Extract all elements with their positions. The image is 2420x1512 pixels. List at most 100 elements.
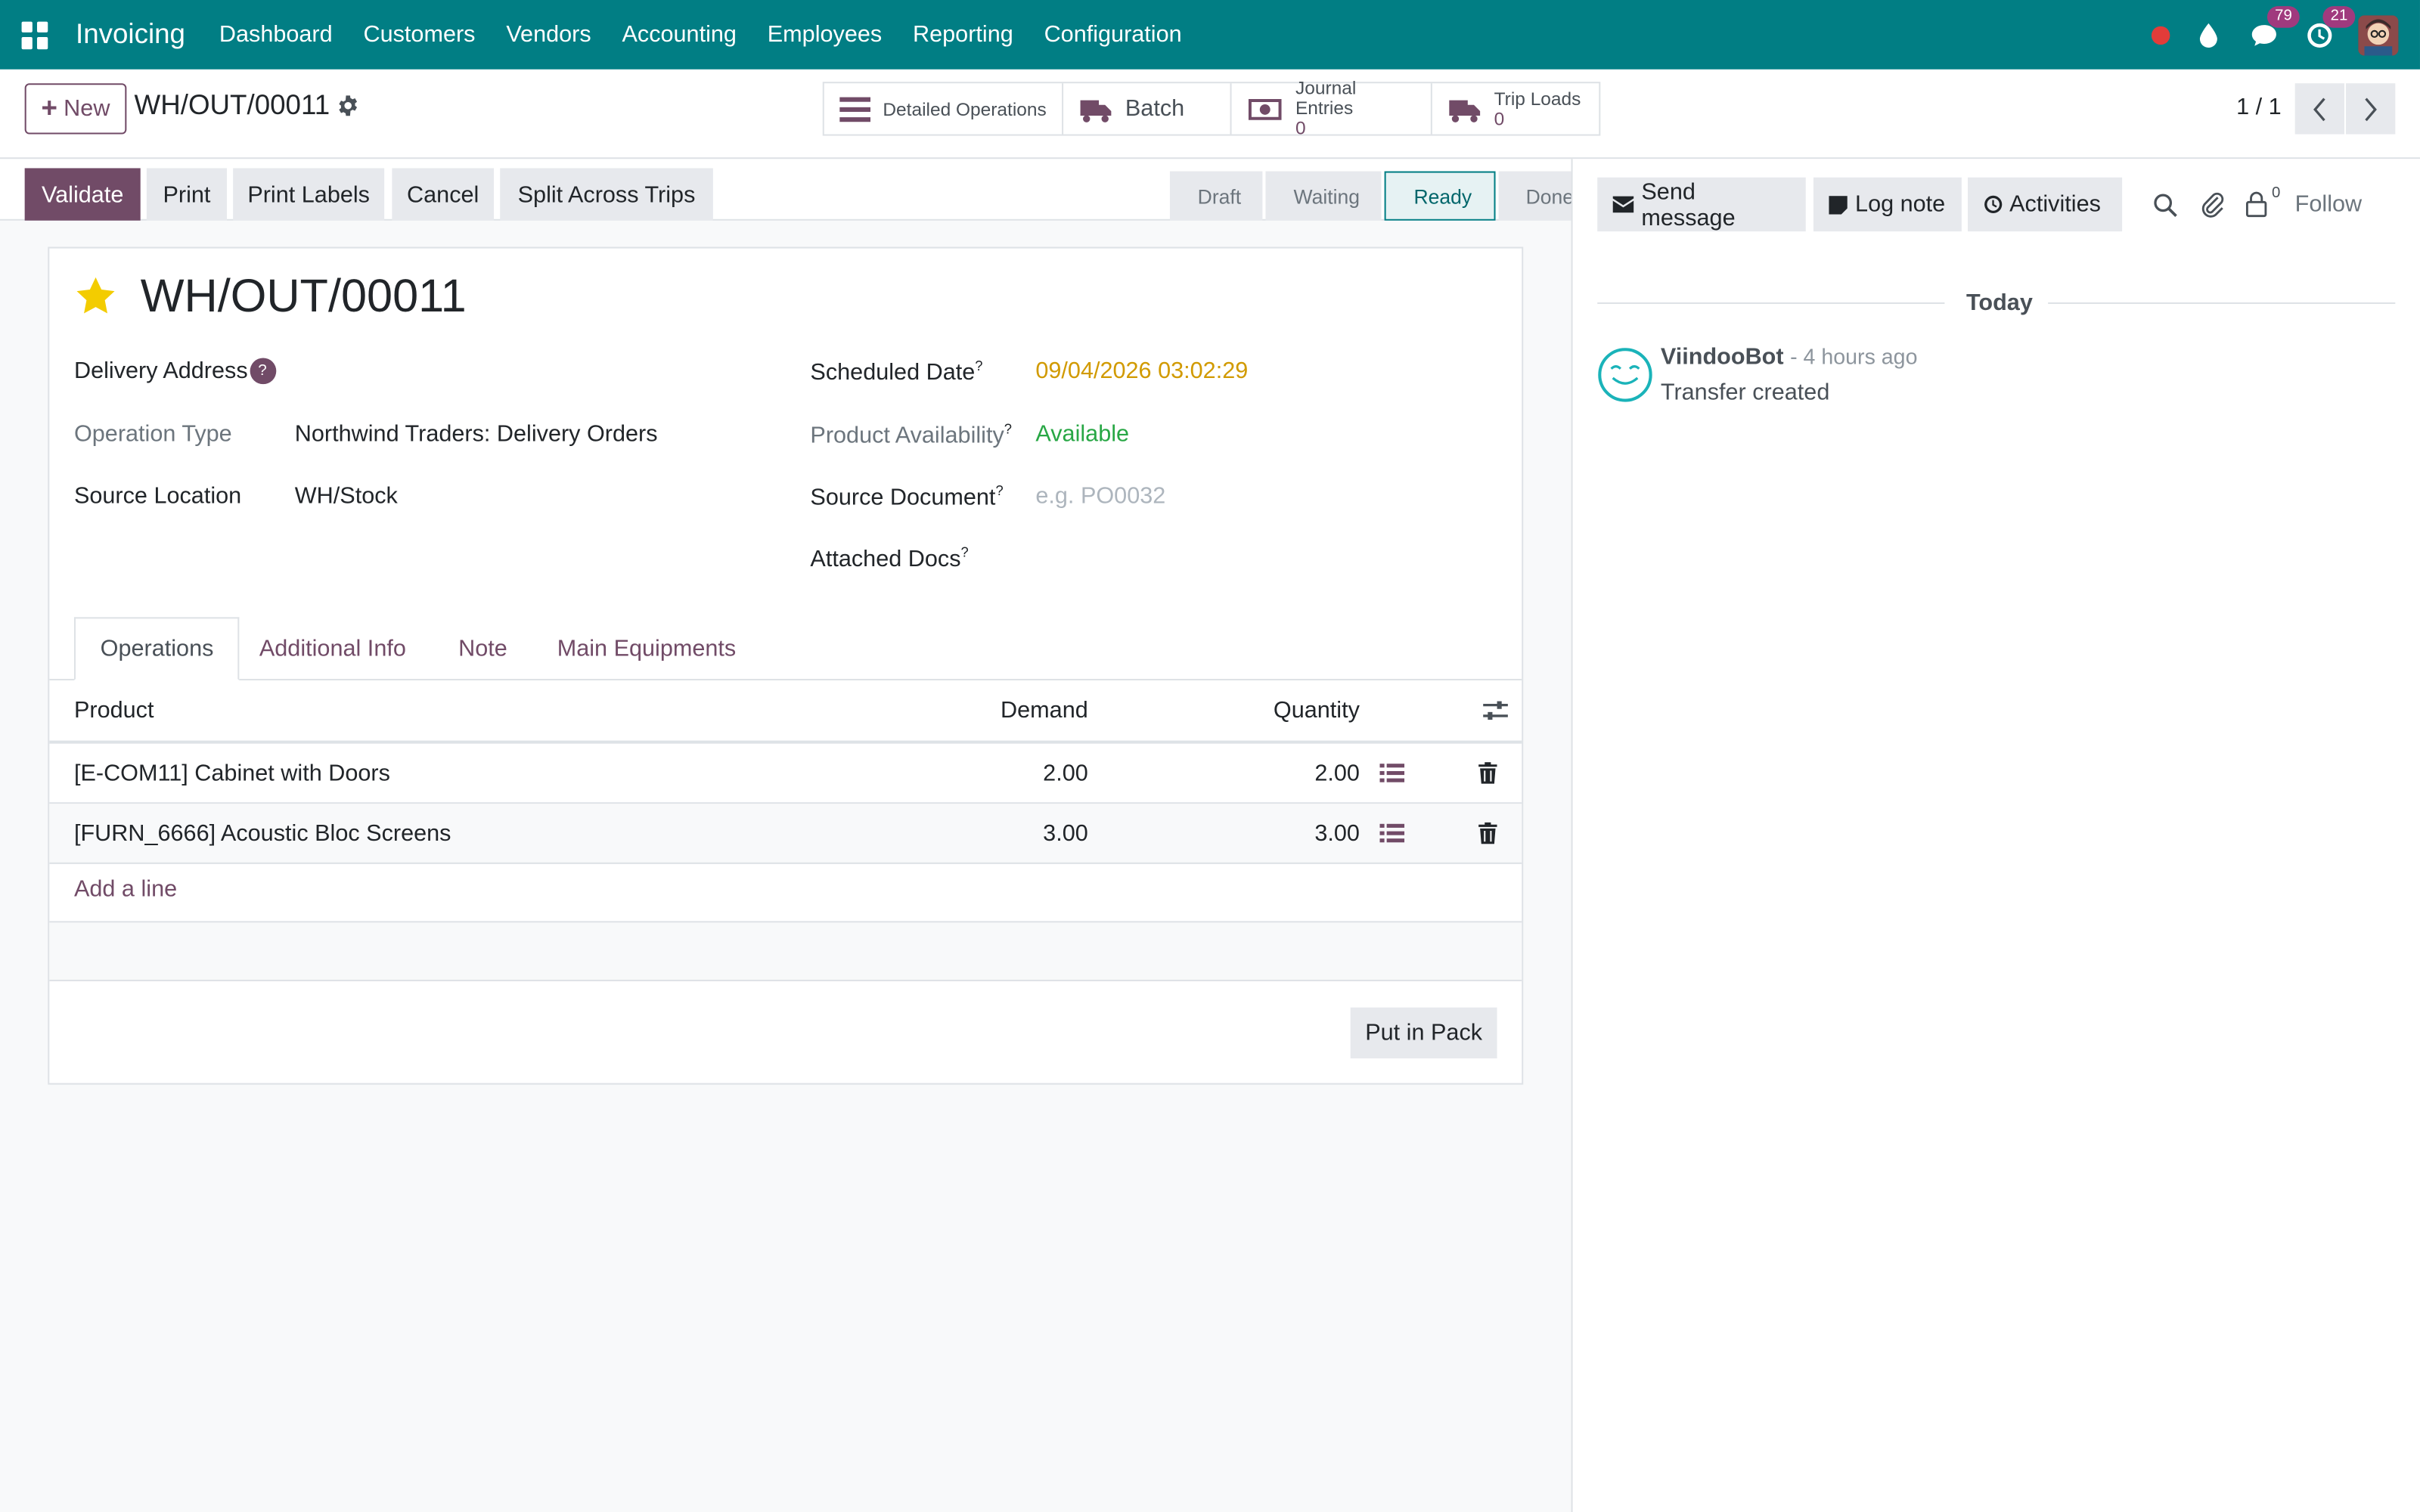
operation-type-value[interactable]: Northwind Traders: Delivery Orders <box>295 421 658 448</box>
print-button[interactable]: Print <box>146 168 227 221</box>
lock-icon[interactable] <box>2245 191 2267 218</box>
row-quantity[interactable]: 2.00 <box>1207 744 1360 803</box>
table-row[interactable]: [E-COM11] Cabinet with Doors 2.00 2.00 <box>49 744 1522 804</box>
drop-icon[interactable] <box>2192 17 2226 51</box>
date-divider-right <box>2048 302 2396 305</box>
source-document-label: Source Document? <box>810 482 1004 511</box>
trip-loads-button[interactable]: Trip Loads 0 <box>1432 83 1599 134</box>
followers-count: 0 <box>2272 184 2281 203</box>
row-demand[interactable]: 3.00 <box>945 804 1088 863</box>
tab-main-equipments[interactable]: Main Equipments <box>532 617 761 680</box>
note-icon <box>1829 195 1848 214</box>
journal-entries-button[interactable]: Journal Entries 0 <box>1232 78 1432 138</box>
validate-button[interactable]: Validate <box>24 168 141 221</box>
record-indicator-icon[interactable] <box>2151 25 2170 45</box>
date-divider-left <box>1597 302 1945 305</box>
gear-icon[interactable] <box>337 94 360 117</box>
follow-button[interactable]: Follow <box>2295 191 2362 218</box>
row-demand[interactable]: 2.00 <box>945 744 1088 803</box>
apps-menu-icon[interactable] <box>21 20 50 49</box>
clock-icon <box>1984 195 2003 214</box>
row-quantity[interactable]: 3.00 <box>1207 804 1360 863</box>
source-location-value[interactable]: WH/Stock <box>295 483 398 510</box>
log-note-label: Log note <box>1855 191 1946 218</box>
tab-note[interactable]: Note <box>433 617 532 680</box>
optional-columns-icon[interactable] <box>1481 680 1509 741</box>
search-icon[interactable] <box>2153 193 2178 218</box>
add-line-row <box>49 863 1522 923</box>
menu-employees[interactable]: Employees <box>752 22 897 48</box>
details-list-icon[interactable] <box>1379 744 1405 803</box>
product-availability-label: Product Availability? <box>810 421 1013 449</box>
print-labels-button[interactable]: Print Labels <box>233 168 385 221</box>
scheduled-date-value[interactable]: 09/04/2026 03:02:29 <box>1035 358 1248 384</box>
messages-icon[interactable]: 79 <box>2247 5 2301 51</box>
pager-previous-button[interactable] <box>2294 83 2344 135</box>
menu-configuration[interactable]: Configuration <box>1028 22 1197 48</box>
pager-next-button[interactable] <box>2346 83 2396 135</box>
menu-accounting[interactable]: Accounting <box>607 22 752 48</box>
breadcrumb: WH/OUT/00011 <box>134 89 330 121</box>
app-name[interactable]: Invoicing <box>76 18 185 51</box>
table-row[interactable]: [FURN_6666] Acoustic Bloc Screens 3.00 3… <box>49 804 1522 864</box>
stage-draft[interactable]: Draft <box>1169 171 1263 221</box>
add-a-line-link[interactable]: Add a line <box>74 876 177 903</box>
message-body: Transfer created <box>1660 380 1830 406</box>
truck-icon <box>1080 99 1112 122</box>
stage-ready[interactable]: Ready <box>1384 171 1495 221</box>
split-across-trips-button[interactable]: Split Across Trips <box>500 168 713 221</box>
table-footer-row <box>49 922 1522 981</box>
cancel-button[interactable]: Cancel <box>392 168 495 221</box>
source-document-field[interactable]: e.g. PO0032 <box>1035 483 1165 510</box>
menu-customers[interactable]: Customers <box>348 22 491 48</box>
scheduled-date-label: Scheduled Date? <box>810 358 983 386</box>
tab-operations[interactable]: Operations <box>73 617 240 680</box>
delete-trash-icon[interactable] <box>1478 744 1497 803</box>
menu-vendors[interactable]: Vendors <box>491 22 607 48</box>
control-panel: + New WH/OUT/00011 Detailed Operations Ba… <box>0 69 2420 160</box>
menu-dashboard[interactable]: Dashboard <box>203 22 348 48</box>
top-navbar: Invoicing Dashboard Customers Vendors Ac… <box>0 0 2420 70</box>
message-author[interactable]: ViindooBot <box>1661 344 1784 370</box>
column-quantity[interactable]: Quantity <box>1207 680 1360 741</box>
column-demand[interactable]: Demand <box>945 680 1088 741</box>
batch-label: Batch <box>1125 95 1185 122</box>
message-time: - 4 hours ago <box>1790 344 1918 369</box>
activities-button[interactable]: Activities <box>1968 177 2123 232</box>
send-message-label: Send message <box>1641 178 1736 231</box>
pager-value[interactable]: 1 / 1 <box>2236 94 2282 120</box>
column-product[interactable]: Product <box>74 680 154 741</box>
stage-waiting[interactable]: Waiting <box>1265 171 1382 221</box>
put-in-pack-button[interactable]: Put in Pack <box>1350 1007 1497 1058</box>
help-badge-icon[interactable]: ? <box>249 358 276 385</box>
trip-loads-label: Trip Loads <box>1494 87 1581 109</box>
delivery-address-label: Delivery Address? <box>74 358 276 385</box>
chevron-left-icon <box>2313 97 2325 121</box>
paperclip-icon[interactable] <box>2201 191 2226 219</box>
statusbar: Validate Print Print Labels Cancel Split… <box>0 168 1596 221</box>
user-avatar[interactable] <box>2358 14 2399 55</box>
notebook-tabs: Operations Additional Info Note Main Equ… <box>49 617 1522 680</box>
row-product[interactable]: [E-COM11] Cabinet with Doors <box>74 744 390 803</box>
batch-button[interactable]: Batch <box>1063 83 1232 135</box>
log-note-button[interactable]: Log note <box>1813 177 1962 232</box>
activities-clock-icon[interactable]: 21 <box>2303 5 2356 51</box>
envelope-icon <box>1612 196 1634 213</box>
send-message-button[interactable]: Send message <box>1597 177 1806 232</box>
star-icon[interactable] <box>74 274 117 318</box>
new-button[interactable]: + New <box>24 83 127 135</box>
truck-icon <box>1449 99 1481 122</box>
record-title: WH/OUT/00011 <box>140 271 467 323</box>
money-icon <box>1249 98 1282 119</box>
row-product[interactable]: [FURN_6666] Acoustic Bloc Screens <box>74 804 451 863</box>
bot-avatar[interactable] <box>1597 347 1652 402</box>
new-button-label: New <box>64 95 110 122</box>
menu-reporting[interactable]: Reporting <box>898 22 1029 48</box>
detailed-operations-button[interactable]: Detailed Operations <box>824 83 1064 135</box>
delete-trash-icon[interactable] <box>1478 804 1497 863</box>
details-list-icon[interactable] <box>1379 804 1405 863</box>
tab-additional-info[interactable]: Additional Info <box>234 617 430 680</box>
list-bars-icon <box>839 96 871 122</box>
status-stages: Draft Waiting Ready Done <box>1169 171 1599 221</box>
activities-count-badge: 21 <box>2322 5 2356 27</box>
